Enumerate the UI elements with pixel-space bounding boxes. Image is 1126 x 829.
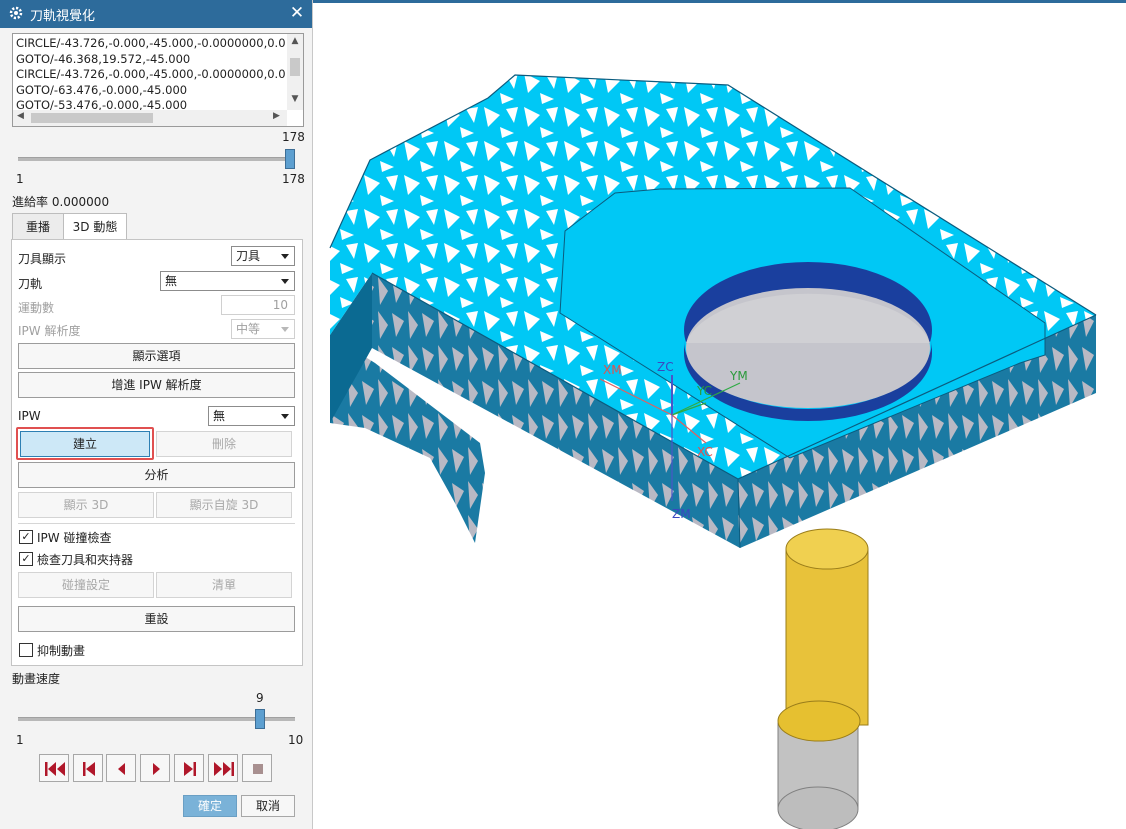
scroll-right-icon[interactable]: ▶ — [273, 111, 280, 121]
show-3d-button[interactable]: 顯示 3D — [18, 492, 154, 518]
playback-slider-track[interactable] — [18, 157, 295, 161]
analyze-button[interactable]: 分析 — [18, 462, 295, 488]
axis-label-xm: XM — [603, 363, 622, 377]
3d-model-view[interactable]: XM ZC YC YM XC ZM — [313, 3, 1126, 829]
suppress-animation-label: 抑制動畫 — [37, 644, 86, 658]
chevron-down-icon — [281, 279, 289, 284]
last-frame-button[interactable] — [208, 754, 238, 782]
step-forward-icon — [184, 762, 196, 776]
toolpath-label: 刀軌 — [18, 277, 43, 291]
command-lines: CIRCLE/-43.726,-0.000,-45.000,-0.0000000… — [16, 36, 286, 114]
speed-current-value: 9 — [256, 691, 264, 705]
feed-rate-label: 進給率 0.000000 — [12, 195, 110, 209]
play-forward-button[interactable] — [140, 754, 170, 782]
slider-current-value: 178 — [282, 130, 305, 144]
motions-input: 10 — [221, 295, 295, 315]
step-back-icon — [83, 762, 95, 776]
stop-icon — [253, 764, 263, 774]
stop-button[interactable] — [242, 754, 272, 782]
chevron-down-icon — [281, 414, 289, 419]
skip-to-start-icon — [45, 762, 65, 776]
check-tool-holder-label: 檢查刀具和夾持器 — [37, 553, 134, 567]
vertical-scrollbar[interactable]: ▲ ▼ — [287, 34, 303, 110]
graphics-viewport[interactable]: XM ZC YC YM XC ZM — [313, 0, 1126, 829]
toolpath-visualization-dialog: 刀軌視覺化 ✕ CIRCLE/-43.726,-0.000,-45.000,-0… — [0, 0, 313, 829]
increase-ipw-resolution-button[interactable]: 增進 IPW 解析度 — [18, 372, 295, 398]
slider-max-label: 178 — [282, 172, 305, 186]
first-frame-button[interactable] — [39, 754, 69, 782]
separator — [18, 523, 295, 524]
slider-min-label: 1 — [16, 172, 24, 186]
horizontal-scrollbar[interactable]: ◀ ▶ — [13, 110, 287, 126]
tool-display-dropdown[interactable]: 刀具 — [231, 246, 295, 266]
command-line[interactable]: CIRCLE/-43.726,-0.000,-45.000,-0.0000000… — [16, 36, 286, 52]
axis-label-ym: YM — [729, 369, 748, 383]
ipw-resolution-dropdown: 中等 — [231, 319, 295, 339]
display-options-button[interactable]: 顯示選項 — [18, 343, 295, 369]
ok-button[interactable]: 確定 — [183, 795, 237, 817]
create-button[interactable]: 建立 — [20, 431, 150, 457]
scroll-left-icon[interactable]: ◀ — [17, 111, 24, 121]
speed-max-label: 10 — [288, 733, 304, 747]
axis-label-xc: XC — [697, 445, 713, 459]
dialog-title: 刀軌視覺化 — [30, 9, 96, 24]
play-icon — [153, 763, 160, 775]
command-line[interactable]: CIRCLE/-43.726,-0.000,-45.000,-0.0000000… — [16, 67, 286, 83]
axis-label-yc: YC — [696, 384, 712, 398]
step-back-button[interactable] — [73, 754, 103, 782]
scroll-up-icon[interactable]: ▲ — [287, 36, 303, 46]
gear-icon — [9, 6, 23, 20]
chevron-down-icon — [281, 254, 289, 259]
list-button[interactable]: 清單 — [156, 572, 292, 598]
close-icon[interactable]: ✕ — [288, 3, 306, 23]
tab-replay[interactable]: 重播 — [12, 213, 64, 240]
scroll-thumb[interactable] — [290, 58, 300, 76]
step-forward-button[interactable] — [174, 754, 204, 782]
play-reverse-button[interactable] — [106, 754, 136, 782]
ipw-resolution-label: IPW 解析度 — [18, 324, 81, 338]
check-tool-holder-checkbox[interactable]: ✓ — [19, 552, 33, 566]
tab-3d-dynamic[interactable]: 3D 動態 — [63, 213, 127, 241]
ipw-dropdown[interactable]: 無 — [208, 406, 295, 426]
toolpath-dropdown[interactable]: 無 — [160, 271, 295, 291]
workpiece-part — [329, 74, 1097, 549]
show-spin-3d-button[interactable]: 顯示自旋 3D — [156, 492, 292, 518]
chevron-down-icon — [281, 327, 289, 332]
command-line[interactable]: GOTO/-63.476,-0.000,-45.000 — [16, 83, 286, 99]
ipw-label: IPW — [18, 409, 41, 423]
dialog-titlebar: 刀軌視覺化 ✕ — [0, 0, 312, 28]
reset-button[interactable]: 重設 — [18, 606, 295, 632]
speed-slider-track[interactable] — [18, 717, 295, 721]
ipw-collision-label: IPW 碰撞檢查 — [37, 531, 112, 545]
cancel-button[interactable]: 取消 — [241, 795, 295, 817]
axis-label-zc: ZC — [657, 360, 674, 374]
speed-min-label: 1 — [16, 733, 24, 747]
command-listbox[interactable]: CIRCLE/-43.726,-0.000,-45.000,-0.0000000… — [12, 33, 304, 127]
motions-label: 運動數 — [18, 301, 55, 315]
play-reverse-icon — [118, 763, 125, 775]
hscroll-thumb[interactable] — [31, 113, 153, 123]
speed-slider-handle[interactable] — [255, 709, 266, 729]
cutting-tool — [777, 528, 869, 829]
playback-slider-handle[interactable] — [285, 149, 295, 169]
collision-settings-button[interactable]: 碰撞設定 — [18, 572, 154, 598]
ipw-collision-checkbox[interactable]: ✓ — [19, 530, 33, 544]
scroll-down-icon[interactable]: ▼ — [287, 94, 303, 104]
suppress-animation-checkbox[interactable] — [19, 643, 33, 657]
animation-speed-label: 動畫速度 — [12, 672, 61, 686]
tool-display-label: 刀具顯示 — [18, 252, 67, 266]
command-line[interactable]: GOTO/-46.368,19.572,-45.000 — [16, 52, 286, 68]
delete-button[interactable]: 刪除 — [156, 431, 292, 457]
axis-label-zm: ZM — [672, 507, 691, 521]
skip-to-end-icon — [214, 762, 234, 776]
